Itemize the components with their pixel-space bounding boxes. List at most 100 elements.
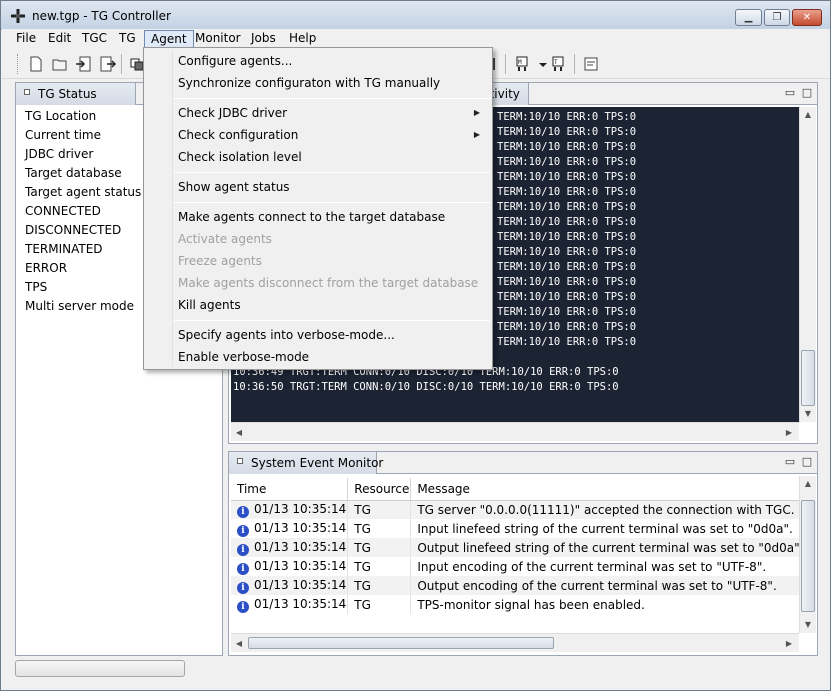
- info-icon: i: [237, 581, 249, 594]
- scroll-up-icon[interactable]: ▲: [800, 110, 816, 119]
- console-line: TERM:10/10 ERR:0 TPS:0: [497, 291, 637, 303]
- scroll-up-icon[interactable]: ▲: [800, 479, 816, 488]
- scroll-right-icon[interactable]: ▶: [781, 428, 797, 437]
- menu-item-make-agents-connect[interactable]: Make agents connect to the target databa…: [146, 206, 490, 228]
- menu-tgc[interactable]: TGC: [76, 30, 113, 48]
- cell-time: i 01/13 10:35:14: [231, 576, 349, 595]
- column-header-time[interactable]: Time: [231, 478, 349, 501]
- menu-item-check-jdbc-driver[interactable]: Check JDBC driver ▶: [146, 102, 490, 124]
- cell-message: Output linefeed string of the current te…: [410, 538, 806, 557]
- close-icon: ✕: [802, 12, 812, 23]
- cell-resource: TG: [347, 519, 412, 538]
- cell-message: Input encoding of the current terminal w…: [410, 557, 806, 576]
- cell-message: TG server "0.0.0.0(11111)" accepted the …: [410, 500, 806, 519]
- info-icon: i: [237, 505, 249, 518]
- agent-tool-icon[interactable]: M: [514, 55, 532, 73]
- tab-label: TG Status: [38, 87, 97, 101]
- cell-resource: TG: [347, 500, 412, 519]
- maximize-window-button[interactable]: ❐: [764, 9, 790, 26]
- cell-resource: TG: [347, 557, 412, 576]
- cell-message: Output encoding of the current terminal …: [410, 576, 806, 595]
- menu-tg[interactable]: TG: [113, 30, 142, 48]
- table-row[interactable]: i 01/13 10:35:14 TG Output encoding of th…: [231, 576, 806, 595]
- table-header-row: Time Resource Message: [231, 478, 806, 501]
- table-row[interactable]: i 01/13 10:35:14 TG TG server "0.0.0.0(11…: [231, 500, 806, 519]
- event-monitor-tabstrip: System Event Monitor ▭ □: [229, 452, 817, 474]
- table-row[interactable]: i 01/13 10:35:14 TG TPS-monitor signal ha…: [231, 595, 806, 614]
- scroll-down-icon[interactable]: ▼: [800, 620, 816, 629]
- app-icon: [11, 9, 25, 23]
- import-icon[interactable]: [75, 55, 93, 73]
- menu-separator: [174, 98, 490, 99]
- open-folder-icon[interactable]: [51, 55, 69, 73]
- menu-item-enable-verbose-mode[interactable]: Enable verbose-mode: [146, 346, 490, 368]
- event-vertical-scrollbar[interactable]: ▲ ▼: [799, 476, 816, 633]
- toolbar-separator: [505, 54, 506, 74]
- table-row[interactable]: i 01/13 10:35:14 TG Output linefeed strin…: [231, 538, 806, 557]
- menu-monitor[interactable]: Monitor: [189, 30, 247, 48]
- toolbar-grip[interactable]: [17, 54, 20, 74]
- menu-item-specify-verbose-mode[interactable]: Specify agents into verbose-mode...: [146, 324, 490, 346]
- cell-time: i 01/13 10:35:14: [231, 538, 349, 557]
- console-line: TERM:10/10 ERR:0 TPS:0: [497, 216, 637, 228]
- menu-item-kill-agents[interactable]: Kill agents: [146, 294, 490, 316]
- column-header-resource[interactable]: Resource: [347, 478, 412, 501]
- column-header-message[interactable]: Message: [410, 478, 806, 501]
- console-line: TERM:10/10 ERR:0 TPS:0: [497, 336, 637, 348]
- panel-minimize-icon[interactable]: ▭: [784, 456, 796, 468]
- scroll-down-icon[interactable]: ▼: [800, 409, 816, 418]
- menu-file[interactable]: File: [10, 30, 42, 48]
- menu-agent[interactable]: Agent: [144, 30, 194, 48]
- scroll-thumb[interactable]: [801, 500, 815, 612]
- console-horizontal-scrollbar[interactable]: ◀ ▶: [231, 422, 799, 441]
- menu-item-show-agent-status[interactable]: Show agent status: [146, 176, 490, 198]
- menu-edit[interactable]: Edit: [42, 30, 77, 48]
- scroll-thumb[interactable]: [248, 637, 554, 649]
- agent-menu-dropdown: Configure agents... Synchronize configur…: [143, 47, 493, 370]
- table-row[interactable]: i 01/13 10:35:14 TG Input encoding of the…: [231, 557, 806, 576]
- scroll-left-icon[interactable]: ◀: [231, 428, 247, 437]
- console-line: TERM:10/10 ERR:0 TPS:0: [497, 156, 637, 168]
- menu-item-check-isolation-level[interactable]: Check isolation level: [146, 146, 490, 168]
- console-line: TERM:10/10 ERR:0 TPS:0: [497, 171, 637, 183]
- console-vertical-scrollbar[interactable]: ▲ ▼: [799, 107, 816, 422]
- scroll-thumb[interactable]: [801, 350, 815, 406]
- minimize-window-button[interactable]: ▁: [735, 9, 762, 26]
- agent-terminal-icon[interactable]: T: [550, 55, 568, 73]
- time-text: 01/13 10:35:14: [254, 596, 347, 611]
- info-icon: i: [237, 600, 249, 613]
- table-row[interactable]: i 01/13 10:35:14 TG Input linefeed string…: [231, 519, 806, 538]
- panel-minimize-icon[interactable]: ▭: [784, 87, 796, 99]
- time-text: 01/13 10:35:14: [254, 558, 347, 573]
- menu-jobs[interactable]: Jobs: [245, 30, 282, 48]
- menu-separator: [174, 320, 490, 321]
- scroll-left-icon[interactable]: ◀: [231, 639, 247, 648]
- menu-item-label: Check JDBC driver: [178, 106, 288, 120]
- panel-maximize-icon[interactable]: □: [801, 456, 813, 468]
- cell-time: i 01/13 10:35:14: [231, 519, 349, 538]
- cell-message: TPS-monitor signal has been enabled.: [410, 595, 806, 614]
- scroll-right-icon[interactable]: ▶: [781, 639, 797, 648]
- export-icon[interactable]: [99, 55, 117, 73]
- tab-system-event-monitor[interactable]: System Event Monitor: [229, 452, 383, 474]
- log-icon[interactable]: [582, 55, 600, 73]
- time-text: 01/13 10:35:14: [254, 520, 347, 535]
- dropdown-arrow-icon[interactable]: [534, 55, 547, 73]
- console-line: TERM:10/10 ERR:0 TPS:0: [497, 186, 637, 198]
- close-window-button[interactable]: ✕: [792, 9, 822, 26]
- menu-help[interactable]: Help: [283, 30, 322, 48]
- tab-tg-status[interactable]: TG Status: [16, 83, 136, 105]
- submenu-arrow-icon: ▶: [473, 108, 480, 117]
- cell-time: i 01/13 10:35:14: [231, 595, 349, 614]
- menu-item-make-agents-disconnect: Make agents disconnect from the target d…: [178, 276, 479, 290]
- console-line: TERM:10/10 ERR:0 TPS:0: [497, 201, 637, 213]
- console-line: TERM:10/10 ERR:0 TPS:0: [497, 246, 637, 258]
- svg-text:M: M: [518, 59, 522, 66]
- console-line: TERM:10/10 ERR:0 TPS:0: [497, 111, 637, 123]
- menu-item-configure-agents[interactable]: Configure agents...: [146, 50, 490, 72]
- event-horizontal-scrollbar[interactable]: ◀ ▶: [231, 633, 799, 652]
- new-file-icon[interactable]: [27, 55, 45, 73]
- panel-maximize-icon[interactable]: □: [801, 87, 813, 99]
- menu-item-synchronize-configuration[interactable]: Synchronize configuraton with TG manuall…: [146, 72, 490, 94]
- menu-item-check-configuration[interactable]: Check configuration ▶: [146, 124, 490, 146]
